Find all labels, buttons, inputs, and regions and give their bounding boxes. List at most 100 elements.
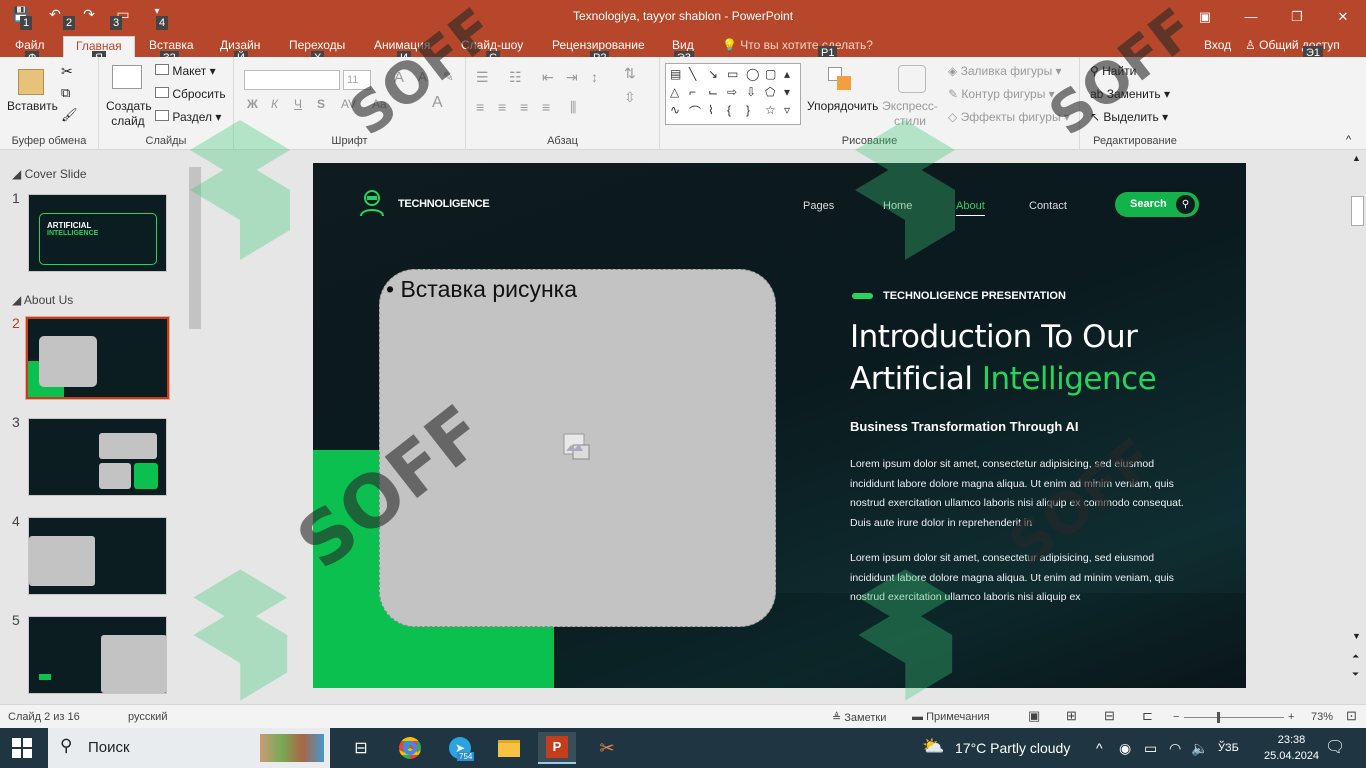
strikethrough-button[interactable]: S [317,97,325,111]
quick-styles-button[interactable]: Экспресс-стили [882,99,938,129]
tab-file[interactable]: Файл [15,38,45,52]
zoom-in-icon[interactable]: + [1288,711,1294,723]
snipping-tool-icon[interactable]: ✂ [588,732,626,764]
pentagon-shape-icon[interactable]: ⇩ [746,85,762,100]
slide-scroll-thumb[interactable] [1351,196,1364,226]
shape-fill-button[interactable]: ◈ Заливка фигуры ▾ [948,64,1062,78]
tab-design[interactable]: Дизайн [220,38,260,52]
share-button[interactable]: ♙ Общий доступ [1245,38,1340,52]
oval-shape-icon[interactable]: ◯ [746,67,762,82]
numbering-icon[interactable]: ☷ [509,69,522,86]
zoom-slider-knob[interactable] [1217,712,1220,723]
tab-view[interactable]: Вид [672,38,694,52]
line-spacing-icon[interactable]: ↕ [591,69,598,85]
system-clock[interactable]: 23:38 25.04.2024 [1264,732,1319,764]
volume-icon[interactable]: 🔈 [1191,740,1208,757]
triangle-shape-icon[interactable]: △ [670,85,686,100]
gallery-more-icon[interactable]: ▿ [784,103,800,121]
language-indicator[interactable]: русский [128,711,167,723]
chrome-icon[interactable] [391,732,429,764]
new-slide-button[interactable]: Создать слайд [106,99,152,129]
zoom-out-icon[interactable]: − [1173,711,1179,723]
columns-icon[interactable]: ⫼ [570,99,576,116]
copy-icon[interactable]: ⧉ [61,85,70,101]
thumbnail-scroll-thumb[interactable] [189,167,201,329]
slide-thumbnail-4[interactable] [28,517,167,595]
slide-thumbnail-2[interactable] [25,316,170,400]
prev-slide-icon[interactable]: ⏶ [1352,651,1359,662]
align-left-icon[interactable]: ≡ [476,99,484,115]
freeform-shape-icon[interactable]: ⌇ [708,103,724,121]
slide-thumbnail-1[interactable]: ARTIFICIAL INTELLIGENCE [28,194,167,272]
tab-transitions[interactable]: Переходы [289,38,345,52]
align-text-icon[interactable]: ⇳ [624,89,636,106]
layout-button[interactable]: Макет ▾ [155,64,216,78]
align-center-icon[interactable]: ≡ [498,99,506,115]
tray-chevron-icon[interactable]: ^ [1096,740,1103,756]
bullets-icon[interactable]: ☰ [476,69,489,86]
slide-sorter-icon[interactable]: ⊞ [1066,708,1077,724]
reading-view-icon[interactable]: ⊟ [1104,708,1115,724]
scroll-down-icon[interactable]: ▼ [1352,631,1361,641]
rounded-rect-shape-icon[interactable]: ▢ [765,67,781,82]
notifications-icon[interactable]: 🗨 [1325,737,1345,757]
arrange-icon[interactable] [828,67,854,93]
curve-shape-icon[interactable]: ∿ [670,103,686,121]
cut-icon[interactable]: ✂ [61,63,73,80]
telegram-icon[interactable]: ➤ 754 [441,732,479,764]
section-about[interactable]: ◢ About Us [12,293,73,307]
gallery-down-icon[interactable]: ▾ [784,85,800,100]
line-shape-icon[interactable]: ╲ [689,67,705,82]
powerpoint-icon[interactable]: P [538,732,576,764]
underline-button[interactable]: Ч [294,97,302,111]
battery-icon[interactable]: ▭ [1144,740,1157,757]
arc-shape-icon[interactable]: ⌒ [689,103,705,121]
bold-button[interactable]: Ж [247,97,258,111]
wifi-icon[interactable]: ◠ [1169,740,1181,757]
zoom-slider[interactable] [1184,717,1284,718]
keyboard-language[interactable]: ЎЗБ [1218,742,1239,754]
minimize-button[interactable]: — [1228,0,1274,33]
block-arrow-shape-icon[interactable]: ⇨ [727,85,743,100]
increase-indent-icon[interactable]: ⇥ [566,69,578,86]
slide-thumbnail-5[interactable] [28,616,167,694]
format-painter-icon[interactable]: 🖌 [61,107,78,123]
notes-button[interactable]: ≜ Заметки [832,711,886,724]
comments-button[interactable]: ▬ Примечания [912,711,990,723]
scroll-up-icon[interactable]: ▲ [1352,153,1361,163]
next-slide-icon[interactable]: ⏷ [1352,669,1359,680]
arrange-button[interactable]: Упорядочить [807,99,878,113]
rectangle-shape-icon[interactable]: ▭ [727,67,743,82]
reset-button[interactable]: Сбросить [155,87,226,101]
justify-icon[interactable]: ≡ [542,99,550,115]
star-shape-icon[interactable]: ☆ [765,103,781,121]
textbox-shape-icon[interactable]: ▤ [670,67,686,82]
paste-icon[interactable] [18,69,44,95]
quick-styles-icon[interactable] [898,65,926,93]
slide-scrollbar[interactable]: ▲ ▼ ⏶ ⏷ [1349,151,1366,704]
task-view-icon[interactable]: ⊟ [342,732,380,764]
file-explorer-icon[interactable] [490,732,528,764]
connector-shape-icon[interactable]: ⌐ [689,85,705,100]
paste-button[interactable]: Вставить [7,99,58,113]
section-cover[interactable]: ◢ Cover Slide [12,167,87,181]
tab-review[interactable]: Рецензирование [552,38,645,52]
font-name-input[interactable] [244,70,340,90]
maximize-button[interactable]: ❐ [1274,0,1320,33]
text-direction-icon[interactable]: ⇅ [624,65,636,82]
align-right-icon[interactable]: ≡ [520,99,528,115]
slide-thumbnail-3[interactable] [28,418,167,496]
fit-slide-icon[interactable]: ⊡ [1346,708,1357,724]
close-button[interactable]: ✕ [1320,0,1366,33]
meet-now-icon[interactable]: ◉ [1119,740,1131,757]
taskbar-search[interactable]: ⚲ Поиск [48,728,330,768]
slideshow-view-icon[interactable]: ⊏ [1142,708,1153,724]
decrease-indent-icon[interactable]: ⇤ [542,69,554,86]
weather-text[interactable]: 17°C Partly cloudy [955,740,1070,756]
insert-picture-icon[interactable] [563,433,591,461]
arrow-line-shape-icon[interactable]: ↘ [708,67,724,82]
normal-view-icon[interactable]: ▣ [1028,708,1040,724]
windows-start-icon[interactable] [12,738,32,758]
left-brace-shape-icon[interactable]: { [727,103,743,121]
tell-me-search[interactable]: 💡 Что вы хотите сделать? [722,38,873,52]
